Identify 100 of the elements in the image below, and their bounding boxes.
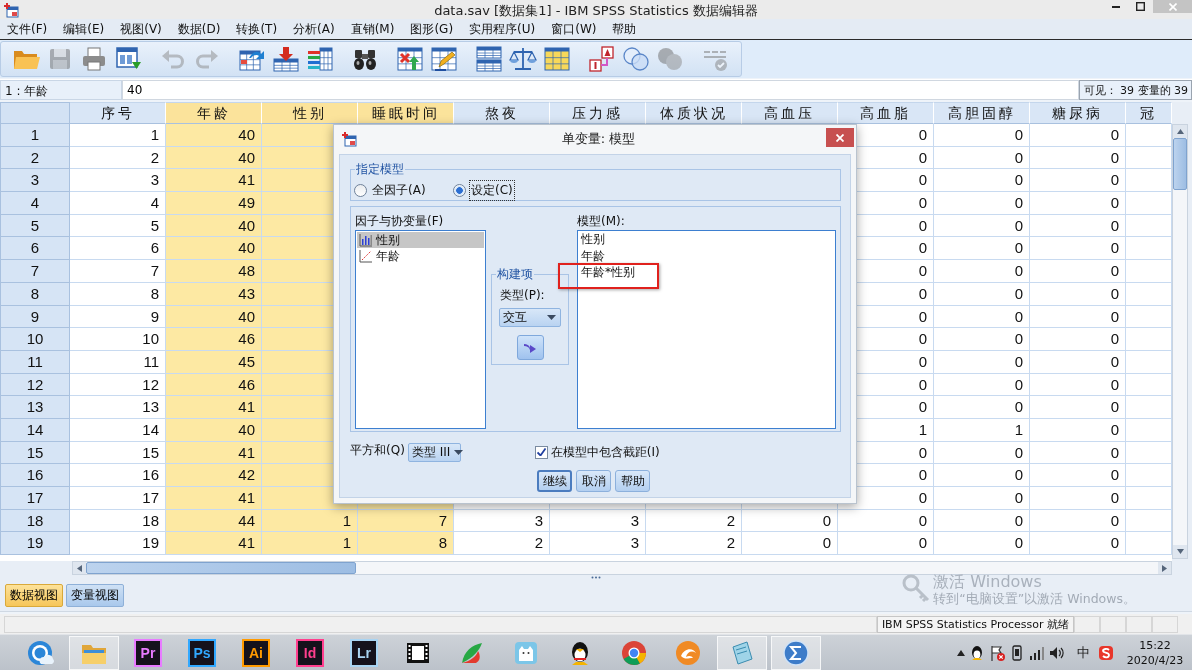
close-button[interactable] (826, 128, 854, 147)
scrollbar-track[interactable] (1172, 124, 1188, 559)
checkbox[interactable] (534, 445, 548, 459)
table-cell: 1 (934, 418, 1030, 442)
visible-variables-info: 可见： 39 变量的 39 (1078, 80, 1192, 100)
column-header[interactable]: 睡眠时间 (358, 102, 454, 124)
input-method-icon[interactable] (1098, 644, 1114, 661)
flag-error-icon[interactable] (989, 644, 1005, 661)
scales-icon (509, 45, 537, 73)
menu-item[interactable]: 视图(V) (114, 18, 168, 40)
diagonal-line-icon (359, 249, 373, 263)
penguin-icon[interactable] (969, 644, 985, 661)
row-header[interactable]: 17 (0, 487, 70, 510)
row-header[interactable]: 11 (0, 350, 70, 374)
menu-item[interactable]: 数据(D) (171, 18, 227, 40)
menu-item[interactable]: 图形(G) (404, 18, 460, 40)
table-cell: 9 (70, 305, 166, 329)
row-header[interactable]: 10 (0, 328, 70, 351)
signal-icon[interactable] (1029, 644, 1045, 661)
cell-value-field[interactable]: 40 (122, 80, 1079, 100)
menu-item[interactable]: 直销(M) (344, 18, 401, 40)
column-header[interactable]: 熬夜 (454, 102, 550, 124)
row-header[interactable]: 12 (0, 373, 70, 397)
row-header[interactable]: 8 (0, 282, 70, 306)
row-header[interactable]: 19 (0, 532, 70, 556)
column-header[interactable]: 冠 (1126, 102, 1172, 124)
list-item[interactable]: 年龄 (357, 248, 484, 264)
list-item[interactable]: 年龄*性别 (579, 265, 637, 279)
menu-item[interactable]: 帮助 (606, 18, 643, 40)
table-cell: 49 (166, 192, 262, 215)
row-header[interactable]: 3 (0, 169, 70, 193)
row-header[interactable]: 14 (0, 418, 70, 442)
caret-icon (1162, 564, 1167, 572)
key-icon (901, 573, 932, 603)
view-tab[interactable]: 变量视图 (66, 584, 124, 607)
dialog-button[interactable]: 继续 (537, 470, 572, 492)
model-list[interactable]: 性别 年龄 年龄*性别 (577, 230, 836, 429)
view-tab[interactable]: 数据视图 (5, 584, 63, 607)
input-mode-indicator[interactable]: 中 (1077, 643, 1090, 662)
column-header[interactable]: 糖尿病 (1030, 102, 1126, 124)
radio-label[interactable]: 设定(C) (469, 179, 515, 201)
table-cell: 18 (70, 509, 166, 533)
scroll-right-button[interactable] (1158, 562, 1171, 574)
table-cell: 0 (1030, 487, 1126, 510)
row-header[interactable]: 7 (0, 260, 70, 283)
scroll-left-button[interactable] (73, 562, 86, 574)
radio-button[interactable] (453, 183, 466, 197)
move-arrow-button[interactable] (516, 335, 544, 360)
row-header[interactable]: 16 (0, 464, 70, 487)
row-header[interactable]: 6 (0, 237, 70, 261)
column-header[interactable]: 压力感 (550, 102, 646, 124)
menu-item[interactable]: 文件(F) (1, 18, 54, 40)
taskbar-app-button[interactable]: Lr (350, 638, 378, 667)
dialog-button[interactable]: 取消 (576, 470, 611, 492)
factor-list[interactable]: 性别 年龄 (355, 230, 486, 429)
column-header[interactable]: 年龄 (166, 102, 262, 124)
menu-item[interactable]: 窗口(W) (545, 18, 603, 40)
checkbox-label[interactable]: 在模型中包含截距(I) (550, 443, 660, 461)
taskbar-app-button[interactable]: Ai (242, 638, 270, 667)
column-header[interactable]: 高血脂 (838, 102, 934, 124)
radio-button[interactable] (354, 183, 367, 197)
table-cell: 40 (166, 237, 262, 261)
row-header[interactable]: 5 (0, 214, 70, 238)
column-header[interactable]: 性别 (262, 102, 358, 124)
row-header[interactable]: 15 (0, 441, 70, 465)
sum-of-squares-dropdown[interactable]: 类型 III (407, 442, 461, 462)
column-header[interactable]: 体质状况 (646, 102, 742, 124)
taskbar-app-button[interactable]: Ps (188, 638, 216, 667)
taskbar-app-button[interactable]: Pr (134, 638, 162, 667)
scroll-up-button[interactable] (1173, 125, 1187, 138)
column-header[interactable]: 高血压 (742, 102, 838, 124)
radio-label[interactable]: 全因子(A) (370, 179, 428, 201)
scrollbar-thumb[interactable] (1173, 138, 1187, 190)
caret-icon[interactable] (957, 649, 965, 656)
row-header[interactable]: 13 (0, 396, 70, 419)
scroll-down-button[interactable] (1173, 545, 1187, 558)
menu-item[interactable]: 转换(T) (230, 18, 284, 40)
menu-item[interactable]: 编辑(E) (57, 18, 111, 40)
table-cell: 48 (166, 260, 262, 283)
status-panel (1100, 616, 1126, 633)
list-item[interactable]: 性别 (357, 232, 484, 248)
menu-item[interactable]: 实用程序(U) (463, 18, 542, 40)
term-type-dropdown[interactable]: 交互 (499, 308, 561, 327)
column-header[interactable]: 高胆固醇 (934, 102, 1030, 124)
menu-item[interactable]: 分析(A) (287, 18, 341, 40)
scrollbar-thumb[interactable] (86, 562, 356, 574)
table-cell: 6 (70, 237, 166, 261)
column-header[interactable]: 序号 (70, 102, 166, 124)
row-header[interactable]: 1 (0, 124, 70, 147)
device-icon[interactable] (1009, 644, 1025, 661)
row-header[interactable]: 2 (0, 146, 70, 170)
row-header[interactable]: 18 (0, 509, 70, 533)
table-cell: 1 (262, 509, 358, 533)
list-item[interactable]: 年龄 (579, 248, 607, 263)
dialog-button[interactable]: 帮助 (615, 470, 650, 492)
row-header[interactable]: 9 (0, 305, 70, 329)
list-item[interactable]: 性别 (579, 232, 607, 246)
row-header[interactable]: 4 (0, 192, 70, 215)
swirl-icon (674, 638, 702, 667)
taskbar-app-button[interactable]: Id (296, 638, 324, 667)
